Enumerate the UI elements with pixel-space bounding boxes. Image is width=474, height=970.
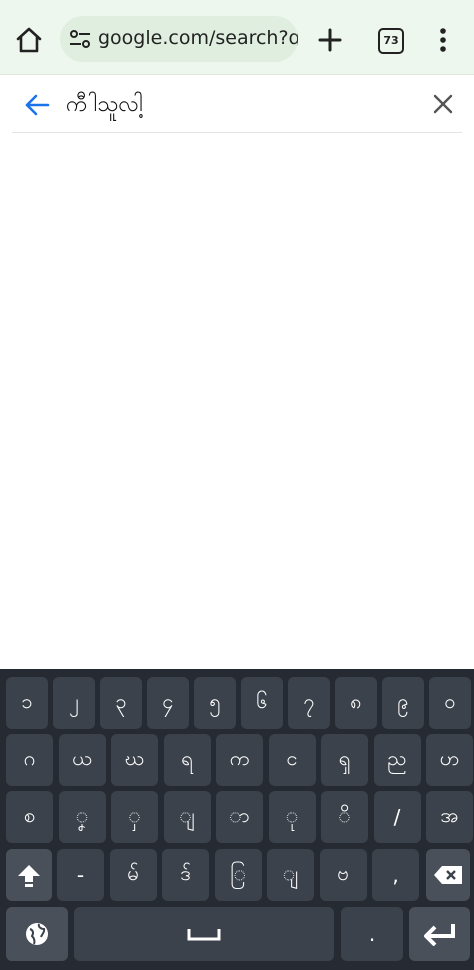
key-letter[interactable]: ယ (58, 734, 106, 786)
key-letter[interactable]: ျ (163, 791, 211, 843)
key-digit[interactable]: ၀ (429, 677, 471, 729)
space-bar-icon (187, 929, 221, 941)
key-letter[interactable]: ဂ (6, 734, 53, 786)
key-digit[interactable]: ၃ (100, 677, 142, 729)
key-letter[interactable]: ည (373, 734, 421, 786)
globe-icon (26, 923, 48, 945)
space-key[interactable] (74, 907, 334, 961)
key-digit[interactable]: ၈ (335, 677, 377, 729)
shift-key[interactable] (6, 849, 52, 901)
key-letter-label: ဂ (23, 746, 36, 770)
key-letter[interactable]: ဒ် (162, 849, 209, 901)
key-letter-label: မ် (127, 861, 139, 885)
on-screen-keyboard: ၁၂၃၄၅၆၇၈၉၀ဂယဃရကငၡညဟစၞှျာုိ / အ - မ် ဒ်ြျဗ,. (0, 669, 474, 970)
search-input[interactable]: ကီါသူလါ့ (66, 89, 143, 122)
key-letter-label: အ (440, 803, 459, 827)
key-letter-label: ၞ (75, 803, 89, 827)
key-digit-label: ၂ (69, 689, 79, 713)
key-letter-label: ဒ် (180, 861, 191, 885)
key-digit[interactable]: ၄ (147, 677, 189, 729)
key-digit[interactable]: ၅ (194, 677, 236, 729)
key-letter-label: င (286, 746, 298, 770)
key-letter[interactable]: က (216, 734, 263, 786)
key-digit-label: ၇ (303, 689, 315, 713)
period-key-label: . (368, 922, 376, 946)
key-digit-label: ၈ (350, 689, 362, 713)
key-letter[interactable]: / (373, 791, 421, 843)
key-letter-label: ျ (282, 861, 299, 885)
key-letter[interactable]: င (268, 734, 316, 786)
key-digit-label: ၀ (444, 689, 456, 713)
key-letter[interactable]: မ် (109, 849, 157, 901)
key-digit[interactable]: ၆ (241, 677, 283, 729)
key-letter-label: စ (23, 803, 36, 827)
key-letter[interactable]: ျ (267, 849, 314, 901)
key-letter[interactable]: ဟ (426, 734, 473, 786)
key-digit[interactable]: ၂ (53, 677, 95, 729)
key-letter-label: က (229, 746, 250, 770)
search-query-row: ကီါသူလါ့ (12, 78, 462, 133)
key-letter-label: / (393, 805, 401, 829)
backspace-key[interactable] (426, 849, 470, 901)
key-letter[interactable]: ၞ (58, 791, 106, 843)
browser-toolbar: google.com/search?q 73 (0, 0, 474, 75)
key-letter[interactable]: အ (426, 791, 473, 843)
tab-switcher-button[interactable]: 73 (378, 28, 404, 54)
key-letter-label: ိ (338, 803, 351, 827)
key-letter-label: ှ (128, 803, 141, 827)
arrow-back-icon[interactable] (24, 92, 50, 118)
address-bar[interactable]: google.com/search?q (60, 16, 298, 62)
key-digit-label: ၁ (21, 689, 33, 713)
key-letter-label: ဟ (439, 746, 460, 770)
key-letter-label: ု (285, 803, 299, 827)
key-letter[interactable]: , (372, 849, 419, 901)
key-letter-label: ြ (230, 861, 246, 885)
plus-icon[interactable] (316, 26, 344, 54)
shift-icon (18, 865, 40, 887)
tab-count: 73 (383, 34, 399, 47)
key-letter[interactable]: ြ (214, 849, 262, 901)
key-letter[interactable]: ာ (216, 791, 263, 843)
key-letter-label: ၡ (338, 746, 351, 770)
key-digit[interactable]: ၇ (288, 677, 330, 729)
key-digit[interactable]: ၉ (382, 677, 424, 729)
period-key[interactable]: . (341, 907, 403, 961)
key-letter[interactable]: ရ (163, 734, 211, 786)
enter-icon (423, 924, 455, 946)
key-letter[interactable]: ဗ (319, 849, 367, 901)
key-letter-label: ျ (179, 803, 195, 827)
key-letter-label: ာ (229, 803, 250, 827)
key-letter[interactable]: - (57, 849, 104, 901)
more-vert-icon[interactable] (439, 27, 447, 53)
key-letter-label: ယ (72, 746, 92, 770)
backspace-icon (434, 866, 462, 884)
tune-icon[interactable] (68, 28, 92, 50)
key-letter-label: ဃ (124, 746, 145, 770)
key-letter[interactable]: ၡ (321, 734, 368, 786)
key-digit-label: ၄ (162, 689, 174, 713)
key-digit[interactable]: ၁ (6, 677, 48, 729)
key-letter-label: ဗ (337, 861, 349, 885)
key-letter[interactable]: ိ (321, 791, 368, 843)
enter-key[interactable] (409, 907, 470, 961)
close-icon[interactable] (432, 93, 454, 115)
key-digit-label: ၆ (256, 689, 268, 713)
key-letter[interactable]: စ (6, 791, 53, 843)
key-letter[interactable]: ဃ (111, 734, 158, 786)
key-letter[interactable]: ှ (111, 791, 158, 843)
language-key[interactable] (6, 907, 68, 961)
key-digit-label: ၉ (397, 689, 409, 713)
key-letter-label: - (76, 863, 85, 887)
key-digit-label: ၅ (209, 689, 221, 713)
key-letter[interactable]: ု (268, 791, 316, 843)
key-letter-label: ရ (181, 746, 193, 770)
url-text: google.com/search?q (98, 27, 298, 49)
home-icon[interactable] (14, 25, 44, 55)
key-digit-label: ၃ (115, 689, 127, 713)
key-letter-label: ည (387, 746, 407, 770)
key-letter-label: , (392, 863, 399, 887)
